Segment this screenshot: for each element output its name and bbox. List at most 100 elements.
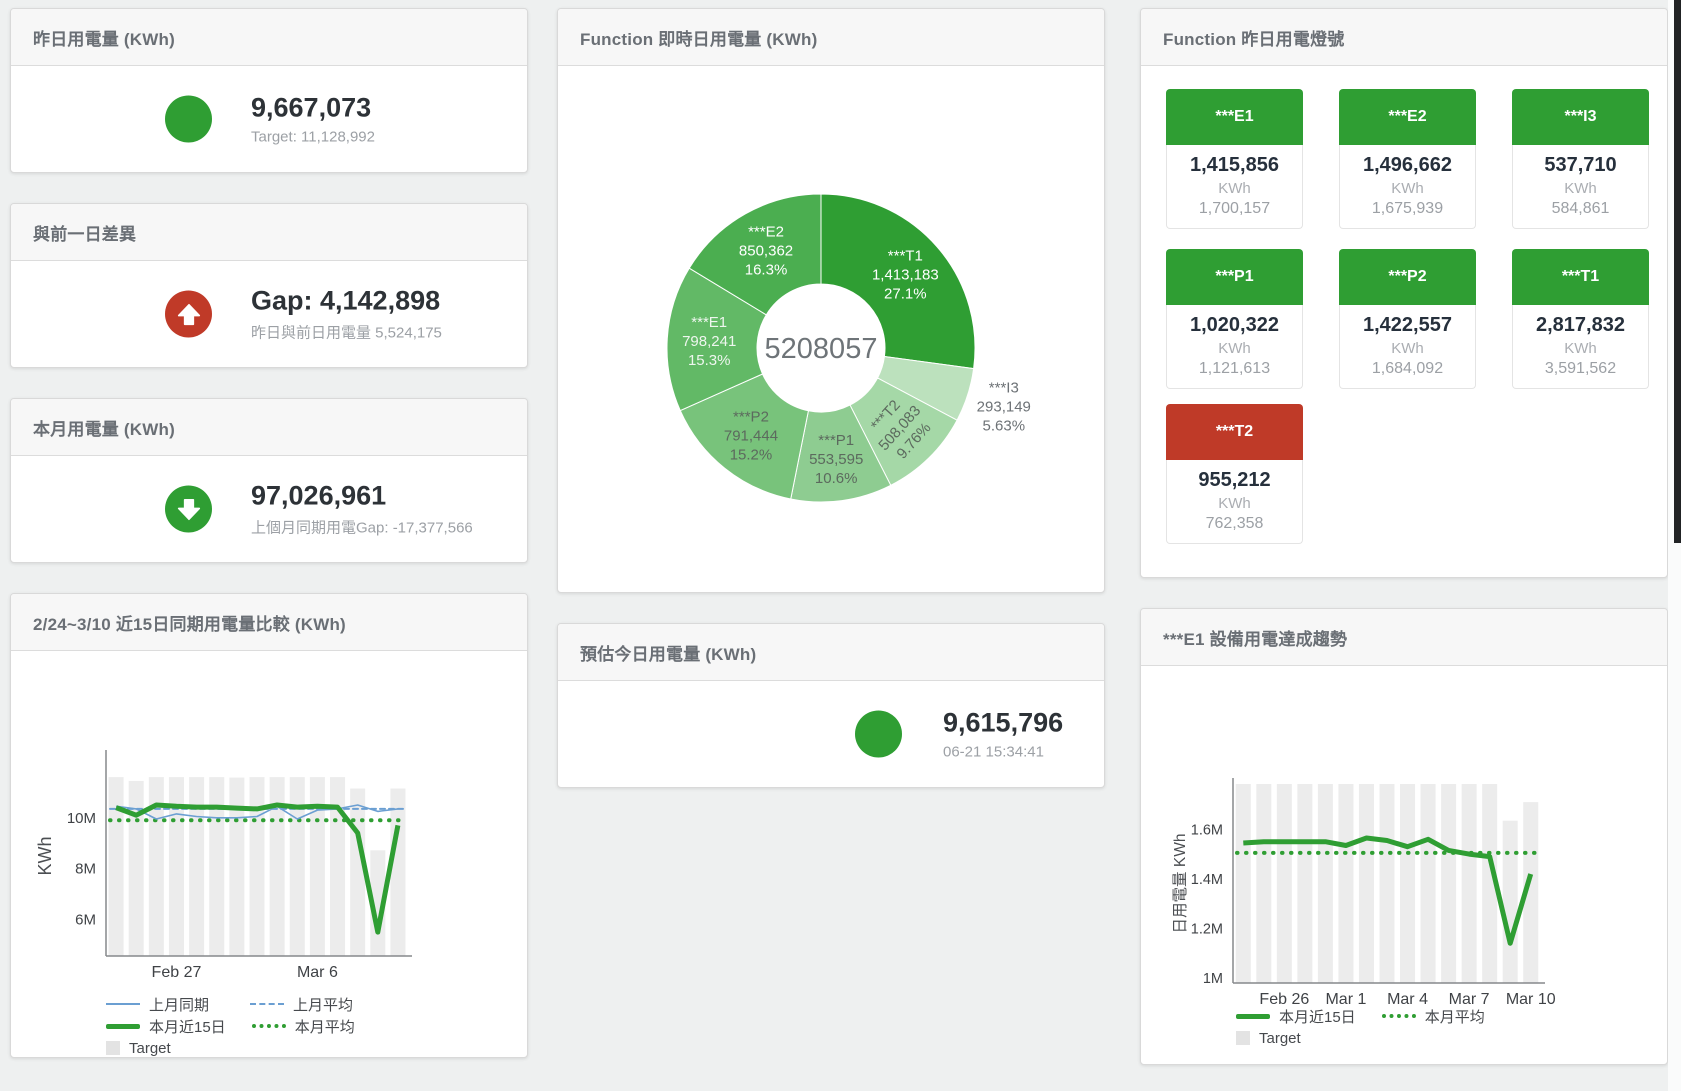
panel-title-today-estimate[interactable]: 預估今日用電量 (KWh) <box>580 640 756 665</box>
target-bar <box>1256 784 1271 983</box>
target-bar <box>1380 784 1395 983</box>
donut-center-total: 5208057 <box>765 333 878 365</box>
light-tile-header: ***T2 <box>1166 404 1303 460</box>
status-circle-green-icon <box>165 96 212 143</box>
yesterday-usage-target: Target: 11,128,992 <box>251 129 375 146</box>
y-tick-label: 8M <box>75 861 96 878</box>
legend-row: 上月同期 上月平均 <box>106 993 396 1015</box>
legend-swatch-thick-icon <box>106 1024 140 1029</box>
light-tile-target: 584,861 <box>1513 200 1648 218</box>
month-usage-sub: 上個月同期用電Gap: -17,377,566 <box>251 517 473 538</box>
y-tick-label: 10M <box>67 810 96 827</box>
light-tile-unit: KWh <box>1167 495 1302 512</box>
panel-title-function-realtime[interactable]: Function 即時日用電量 (KWh) <box>580 25 817 50</box>
light-tile-target: 1,675,939 <box>1340 200 1475 218</box>
yesterday-usage-value: 9,667,073 <box>251 93 375 124</box>
light-tile-target: 762,358 <box>1167 515 1302 533</box>
month-usage-text: 97,026,961 上個月同期用電Gap: -17,377,566 <box>251 481 473 538</box>
legend-item-Target[interactable]: Target <box>106 1040 224 1057</box>
legend-swatch-thick-icon <box>1236 1014 1270 1019</box>
target-bar <box>1277 784 1292 983</box>
legend-row: 本月近15日 本月平均 <box>1236 1005 1526 1027</box>
light-tile-value: 2,817,832 <box>1513 314 1648 337</box>
light-tile-value: 1,422,557 <box>1340 314 1475 337</box>
legend-item-本月平均[interactable]: 本月平均 <box>252 1016 370 1037</box>
light-tile-header: ***I3 <box>1512 89 1649 145</box>
x-tick-label: Mar 6 <box>297 964 338 981</box>
panel-header: ***E1 設備用電達成趨勢 <box>1141 609 1667 666</box>
light-tile-E2: ***E21,496,662KWh1,675,939 <box>1339 89 1476 229</box>
donut-chart-area[interactable]: ***T11,413,18327.1%***I3293,1495.63%***T… <box>558 66 1104 593</box>
target-bar <box>1338 784 1353 983</box>
panel-title-month-usage[interactable]: 本月用電量 (KWh) <box>33 415 175 440</box>
legend-item-本月近15日[interactable]: 本月近15日 <box>106 1016 226 1037</box>
legend-item-上月平均[interactable]: 上月平均 <box>250 994 368 1015</box>
legend-label: 上月同期 <box>149 994 209 1015</box>
light-tile-body: 2,817,832KWh3,591,562 <box>1512 305 1649 389</box>
panel-month-usage: 本月用電量 (KWh) 97,026,961 上個月同期用電Gap: -17,3… <box>10 398 528 563</box>
light-tile-value: 537,710 <box>1513 154 1648 177</box>
gap-prev-day-value: Gap: 4,142,898 <box>251 286 442 317</box>
window-edge-scrollbar-strip[interactable] <box>1674 0 1681 543</box>
target-bar <box>1236 784 1251 983</box>
target-bar <box>209 777 224 956</box>
light-tile-unit: KWh <box>1513 180 1648 197</box>
light-tile-body: 1,415,856KWh1,700,157 <box>1166 145 1303 229</box>
target-bar <box>229 778 244 956</box>
donut-chart-svg: ***T11,413,18327.1%***I3293,1495.63%***T… <box>558 66 1105 593</box>
light-tile-header: ***P1 <box>1166 249 1303 305</box>
light-tile-unit: KWh <box>1340 340 1475 357</box>
panel-function-lights: Function 昨日用電燈號 ***E11,415,856KWh1,700,1… <box>1140 8 1668 578</box>
arrow-down-circle-icon <box>165 486 212 533</box>
e1-trend-chart-legend: 本月近15日 本月平均 Target <box>1236 1005 1526 1049</box>
legend-swatch-dash-icon <box>250 1003 284 1005</box>
legend-item-上月同期[interactable]: 上月同期 <box>106 994 224 1015</box>
light-tile-unit: KWh <box>1167 340 1302 357</box>
legend-swatch-sq-icon <box>1236 1031 1250 1045</box>
yesterday-usage-text: 9,667,073 Target: 11,128,992 <box>251 93 375 146</box>
legend-row: Target <box>106 1037 396 1058</box>
panel-today-estimate: 預估今日用電量 (KWh) 9,615,796 06-21 15:34:41 <box>557 623 1105 788</box>
panel-yesterday-usage: 昨日用電量 (KWh) 9,667,073 Target: 11,128,992 <box>10 8 528 173</box>
target-bar <box>1297 784 1312 983</box>
target-bar <box>1421 784 1436 983</box>
light-tile-I3: ***I3 537,710 KWh 584,861 <box>1512 89 1649 229</box>
legend-item-Target[interactable]: Target <box>1236 1030 1354 1047</box>
panel-title-e1-trend[interactable]: ***E1 設備用電達成趨勢 <box>1163 625 1347 650</box>
target-bar <box>129 781 144 956</box>
panel-title-yesterday-usage[interactable]: 昨日用電量 (KWh) <box>33 25 175 50</box>
light-tile-value: 1,496,662 <box>1340 154 1475 177</box>
light-tile-value: 1,020,322 <box>1167 314 1302 337</box>
target-bar <box>109 777 124 956</box>
light-tile-target: 1,700,157 <box>1167 200 1302 218</box>
light-tile-unit: KWh <box>1340 180 1475 197</box>
light-tile-T2: ***T2955,212KWh762,358 <box>1166 404 1303 544</box>
light-tile-target: 3,591,562 <box>1513 360 1648 378</box>
y-tick-label: 1M <box>1203 971 1223 987</box>
panel-title-compare-chart[interactable]: 2/24~3/10 近15日同期用電量比較 (KWh) <box>33 610 346 635</box>
panel-e1-trend-chart: ***E1 設備用電達成趨勢 1M1.2M1.4M1.6MFeb 26Mar 1… <box>1140 608 1668 1065</box>
light-tile-target: 1,121,613 <box>1167 360 1302 378</box>
panel-compare-chart: 2/24~3/10 近15日同期用電量比較 (KWh) 6M8M10MFeb 2… <box>10 593 528 1058</box>
legend-item-本月平均[interactable]: 本月平均 <box>1382 1006 1500 1027</box>
panel-title-function-lights[interactable]: Function 昨日用電燈號 <box>1163 25 1344 50</box>
light-tile-body: 1,496,662 KWh 1,675,939 <box>1339 145 1476 229</box>
panel-header: Function 即時日用電量 (KWh) <box>558 9 1104 66</box>
light-tile-header: ***P2 <box>1339 249 1476 305</box>
target-bars <box>1236 784 1538 983</box>
donut-slice-label: ***I3293,1495.63% <box>977 380 1031 435</box>
y-tick-label: 6M <box>75 911 96 928</box>
legend-label: 本月平均 <box>1425 1006 1485 1027</box>
target-bar <box>1441 784 1456 983</box>
gap-prev-day-text: Gap: 4,142,898 昨日與前日用電量 5,524,175 <box>251 286 442 343</box>
panel-title-gap-prev-day[interactable]: 與前一日差異 <box>33 220 136 245</box>
legend-label: Target <box>129 1040 171 1057</box>
legend-item-本月近15日[interactable]: 本月近15日 <box>1236 1006 1356 1027</box>
target-bar <box>189 777 204 956</box>
light-tile-P1: ***P1 1,020,322 KWh 1,121,613 <box>1166 249 1303 389</box>
today-estimate-body: 9,615,796 06-21 15:34:41 <box>558 681 1104 787</box>
status-circle-green-icon <box>855 711 902 758</box>
light-tile-P2: ***P21,422,557KWh1,684,092 <box>1339 249 1476 389</box>
light-tile-body: 1,422,557KWh1,684,092 <box>1339 305 1476 389</box>
target-bar <box>390 789 405 956</box>
